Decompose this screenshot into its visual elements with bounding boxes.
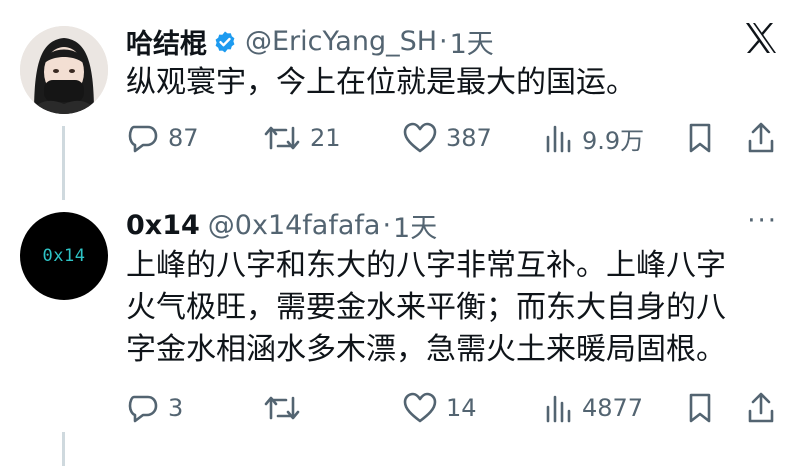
tweet1-actions: 87 21 387 9.9万	[126, 118, 776, 158]
like-icon	[403, 122, 437, 153]
reply-icon	[128, 125, 158, 153]
x-logo-icon	[744, 22, 778, 58]
share-icon	[748, 392, 774, 423]
views-count: 9.9万	[582, 126, 645, 155]
views-button[interactable]: 4877	[544, 388, 643, 428]
verified-badge-icon	[213, 30, 237, 54]
bookmark-icon	[689, 393, 711, 423]
retweet-count: 21	[310, 124, 341, 152]
share-icon	[748, 122, 774, 153]
like-button[interactable]: 14	[402, 388, 477, 428]
avatar-portrait-image	[20, 26, 108, 114]
tweet2-display-name[interactable]: 0x14	[126, 210, 200, 241]
tweet1-separator: ·	[439, 26, 448, 57]
like-count: 14	[446, 394, 477, 422]
reply-count: 87	[168, 124, 199, 152]
avatar-ericyang[interactable]	[20, 26, 108, 114]
tweet2-text: 上峰的八字和东大的八字非常互补。上峰八字 火气极旺，需要金水来平衡；而东大自身的…	[126, 245, 766, 371]
tweet1-display-name[interactable]: 哈结棍	[126, 22, 207, 61]
thread-connector-line-bottom	[62, 432, 65, 466]
like-button[interactable]: 387	[402, 118, 492, 158]
views-icon	[546, 125, 571, 153]
bookmark-button[interactable]	[686, 118, 714, 158]
tweet2-handle[interactable]: @0x14fafafa	[208, 210, 381, 241]
retweet-icon	[264, 126, 300, 150]
share-button[interactable]	[746, 118, 776, 158]
share-button[interactable]	[746, 388, 776, 428]
reply-button[interactable]: 87	[126, 118, 199, 158]
reply-button[interactable]: 3	[126, 388, 183, 428]
avatar-0x14[interactable]: 0x14	[20, 212, 108, 300]
avatar-text: 0x14	[42, 246, 86, 266]
retweet-button[interactable]	[262, 388, 310, 428]
bookmark-icon	[689, 123, 711, 153]
tweet2-header: 0x14 @0x14fafafa · 1天	[126, 206, 437, 245]
tweet2-timestamp[interactable]: 1天	[393, 206, 437, 245]
tweet1-handle[interactable]: @EricYang_SH	[245, 26, 437, 57]
tweet2-text-line1: 上峰的八字和东大的八字非常互补。上峰八字	[126, 248, 726, 283]
tweet1-text: 纵观寰宇，今上在位就是最大的国运。	[126, 65, 636, 100]
like-icon	[403, 392, 437, 423]
tweet1-timestamp[interactable]: 1天	[450, 22, 494, 61]
bookmark-button[interactable]	[686, 388, 714, 428]
reply-icon	[128, 395, 158, 423]
more-icon[interactable]: ···	[747, 206, 778, 236]
reply-count: 3	[168, 394, 184, 422]
views-button[interactable]: 9.9万	[544, 118, 644, 158]
retweet-button[interactable]: 21	[262, 118, 341, 158]
thread-connector-line	[62, 126, 65, 200]
tweet1-header: 哈结棍 @EricYang_SH · 1天	[126, 22, 494, 61]
tweet2-text-line2: 火气极旺，需要金水来平衡；而东大自身的八	[126, 290, 726, 325]
tweet2-separator: ·	[382, 210, 392, 241]
tweet2-text-line3: 字金水相涵水多木漂，急需火土来暖局固根。	[126, 332, 726, 367]
views-count: 4877	[582, 394, 644, 422]
retweet-icon	[264, 396, 300, 420]
tweet2-actions: 3 14 4877	[126, 388, 776, 428]
like-count: 387	[446, 124, 492, 152]
views-icon	[546, 395, 571, 423]
